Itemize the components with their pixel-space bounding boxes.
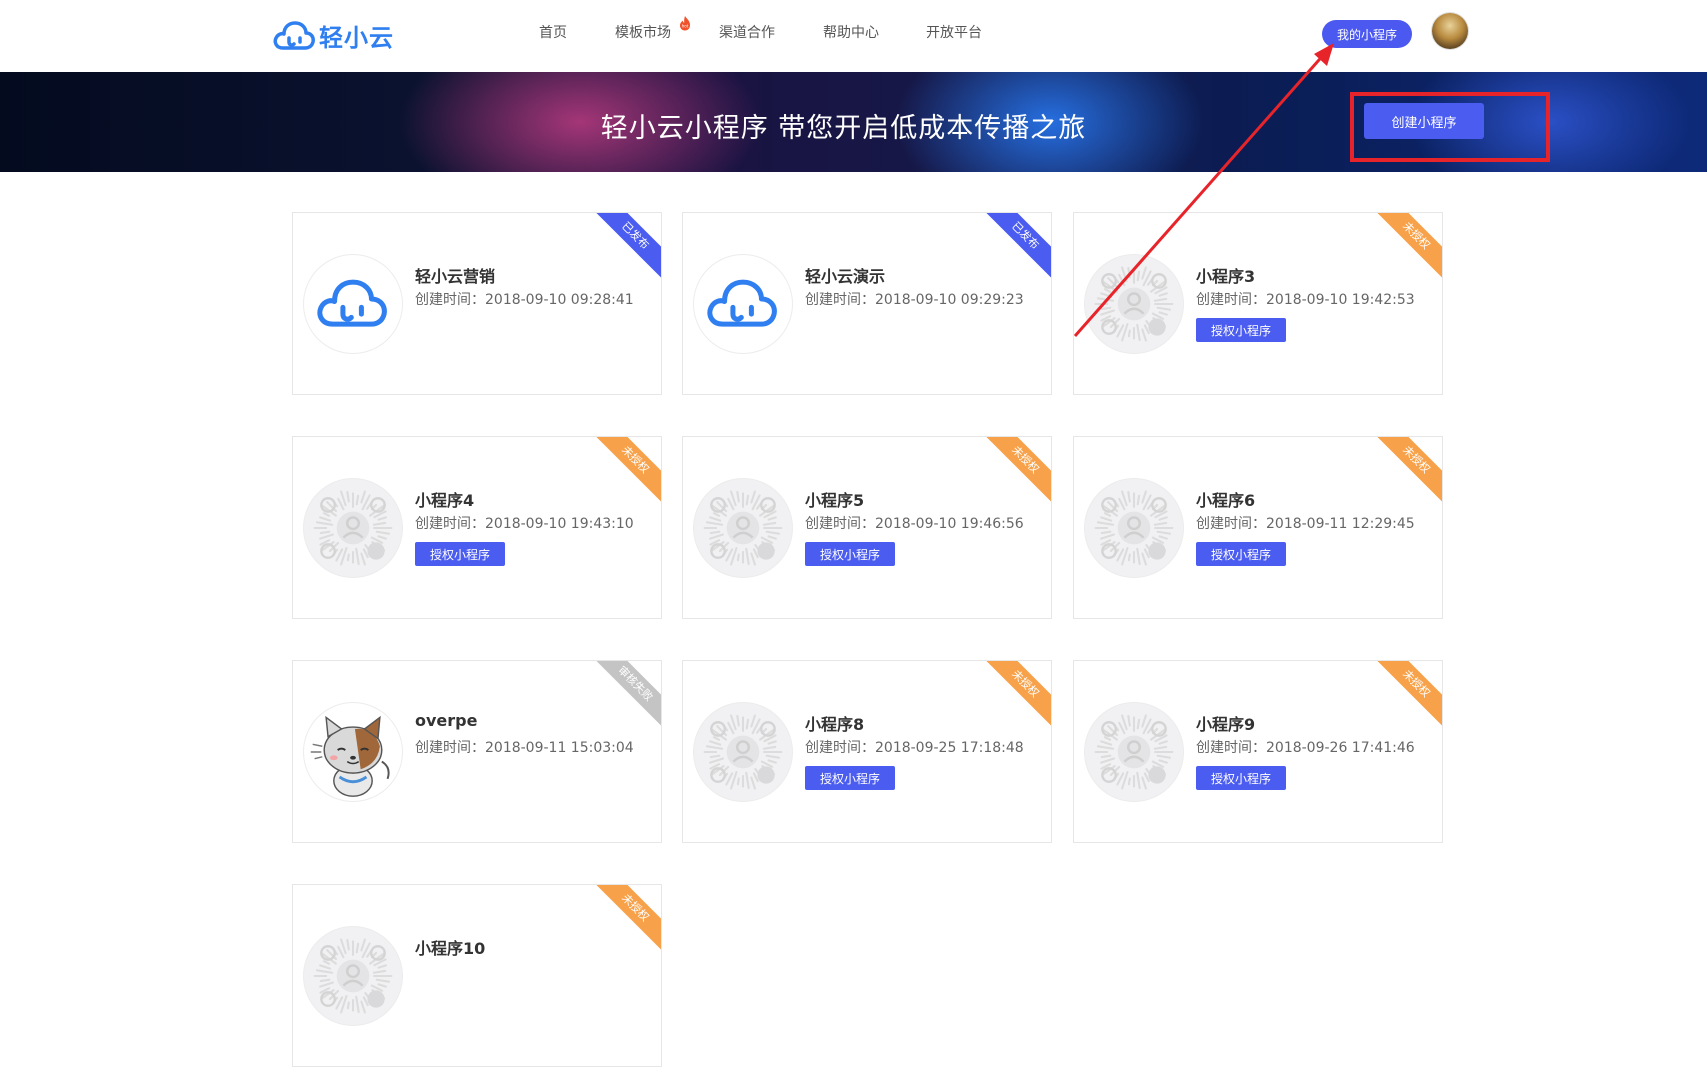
card-created-time: 创建时间：2018-09-11 12:29:45 (1196, 513, 1415, 533)
created-time-label: 创建时间： (805, 516, 875, 532)
mini-program-card[interactable]: 小程序10 未授权 (292, 884, 662, 1067)
mini-program-card[interactable]: 小程序4 创建时间：2018-09-10 19:43:10 授权小程序 未授权 (292, 436, 662, 619)
card-title: 小程序9 (1196, 715, 1256, 734)
mini-program-card[interactable]: 轻小云演示创建时间：2018-09-10 09:29:23 已发布 (682, 212, 1052, 395)
card-created-time: 创建时间：2018-09-10 19:42:53 (1196, 289, 1415, 309)
nav-open-platform[interactable]: 开放平台 (926, 22, 982, 42)
status-ribbon: 未授权 (1372, 437, 1442, 504)
card-title: 轻小云演示 (805, 267, 886, 286)
created-time-label: 创建时间： (805, 292, 875, 308)
status-ribbon: 未授权 (1372, 213, 1442, 280)
created-time-value: 2018-09-10 19:42:53 (1266, 292, 1415, 308)
mini-program-code-icon (1084, 478, 1184, 578)
top-navbar: 轻小云 首页 模板市场 hot 渠道合作 帮助中心 开放平台 我的小程序 (0, 0, 1707, 72)
status-ribbon: 未授权 (591, 437, 661, 504)
card-title: 小程序6 (1196, 491, 1256, 510)
mini-program-card[interactable]: 小程序9 创建时间：2018-09-26 17:41:46 授权小程序 未授权 (1073, 660, 1443, 843)
created-time-value: 2018-09-10 09:28:41 (485, 292, 634, 308)
authorize-mini-program-button[interactable]: 授权小程序 (805, 766, 895, 790)
card-title: overpe (415, 711, 478, 730)
mini-program-card[interactable]: 小程序6 创建时间：2018-09-11 12:29:45 授权小程序 未授权 (1073, 436, 1443, 619)
mini-program-code-icon (693, 702, 793, 802)
card-title: 小程序3 (1196, 267, 1256, 286)
nav-help-center[interactable]: 帮助中心 (823, 22, 879, 42)
created-time-value: 2018-09-11 12:29:45 (1266, 516, 1415, 532)
status-ribbon: 未授权 (981, 437, 1051, 504)
card-created-time: 创建时间：2018-09-10 19:46:56 (805, 513, 1024, 533)
authorize-mini-program-button[interactable]: 授权小程序 (1196, 318, 1286, 342)
mini-program-card[interactable]: 小程序5 创建时间：2018-09-10 19:46:56 授权小程序 未授权 (682, 436, 1052, 619)
created-time-label: 创建时间： (1196, 516, 1266, 532)
card-created-time: 创建时间：2018-09-25 17:18:48 (805, 737, 1024, 757)
created-time-label: 创建时间： (415, 740, 485, 756)
card-created-time: 创建时间：2018-09-10 09:28:41 (415, 289, 634, 309)
card-created-time: 创建时间：2018-09-26 17:41:46 (1196, 737, 1415, 757)
authorize-mini-program-button[interactable]: 授权小程序 (1196, 542, 1286, 566)
created-time-label: 创建时间： (1196, 740, 1266, 756)
status-ribbon: 未授权 (981, 661, 1051, 728)
mini-program-code-icon (1084, 254, 1184, 354)
mini-program-card[interactable]: 小程序8 创建时间：2018-09-25 17:18:48 授权小程序 未授权 (682, 660, 1052, 843)
created-time-value: 2018-09-10 09:29:23 (875, 292, 1024, 308)
nav-template-market[interactable]: 模板市场 (615, 22, 671, 42)
created-time-label: 创建时间： (805, 740, 875, 756)
card-created-time: 创建时间：2018-09-11 15:03:04 (415, 737, 634, 757)
status-ribbon: 审核失败 (591, 661, 661, 728)
cloud-logo-icon (693, 254, 793, 354)
card-title: 轻小云营销 (415, 267, 496, 286)
authorize-mini-program-button[interactable]: 授权小程序 (1196, 766, 1286, 790)
status-ribbon: 未授权 (1372, 661, 1442, 728)
status-ribbon: 已发布 (591, 213, 661, 280)
hot-badge-text: hot (682, 24, 689, 29)
cloud-logo-icon (303, 254, 403, 354)
status-ribbon: 未授权 (591, 885, 661, 952)
cat-avatar-icon (303, 702, 403, 802)
nav-channel-cooperation[interactable]: 渠道合作 (719, 22, 775, 42)
mini-program-code-icon (303, 926, 403, 1026)
logo-text: 轻小云 (319, 23, 394, 52)
created-time-label: 创建时间： (415, 516, 485, 532)
cloud-logo-icon (273, 21, 315, 50)
authorize-mini-program-button[interactable]: 授权小程序 (415, 542, 505, 566)
card-title: 小程序8 (805, 715, 865, 734)
created-time-label: 创建时间： (1196, 292, 1266, 308)
card-title: 小程序10 (415, 939, 486, 958)
card-title: 小程序4 (415, 491, 475, 510)
nav-home[interactable]: 首页 (539, 22, 567, 42)
hot-fire-icon: hot (680, 16, 690, 31)
card-created-time: 创建时间：2018-09-10 19:43:10 (415, 513, 634, 533)
mini-program-card[interactable]: 小程序3 创建时间：2018-09-10 19:42:53 授权小程序 未授权 (1073, 212, 1443, 395)
user-avatar[interactable] (1432, 13, 1468, 49)
mini-program-code-icon (303, 478, 403, 578)
mini-program-code-icon (693, 478, 793, 578)
mini-program-card[interactable]: overpe 创建时间：2018-09-11 15:03:04 审核失败 (292, 660, 662, 843)
authorize-mini-program-button[interactable]: 授权小程序 (805, 542, 895, 566)
created-time-value: 2018-09-10 19:46:56 (875, 516, 1024, 532)
card-created-time: 创建时间：2018-09-10 09:29:23 (805, 289, 1024, 309)
created-time-value: 2018-09-25 17:18:48 (875, 740, 1024, 756)
card-title: 小程序5 (805, 491, 865, 510)
created-time-value: 2018-09-10 19:43:10 (485, 516, 634, 532)
created-time-value: 2018-09-26 17:41:46 (1266, 740, 1415, 756)
create-mini-program-button[interactable]: 创建小程序 (1364, 103, 1484, 139)
created-time-label: 创建时间： (415, 292, 485, 308)
mini-program-card[interactable]: 轻小云营销创建时间：2018-09-10 09:28:41 已发布 (292, 212, 662, 395)
my-mini-programs-button[interactable]: 我的小程序 (1322, 20, 1412, 48)
logo[interactable]: 轻小云 (273, 17, 394, 53)
created-time-value: 2018-09-11 15:03:04 (485, 740, 634, 756)
mini-program-code-icon (1084, 702, 1184, 802)
status-ribbon: 已发布 (981, 213, 1051, 280)
